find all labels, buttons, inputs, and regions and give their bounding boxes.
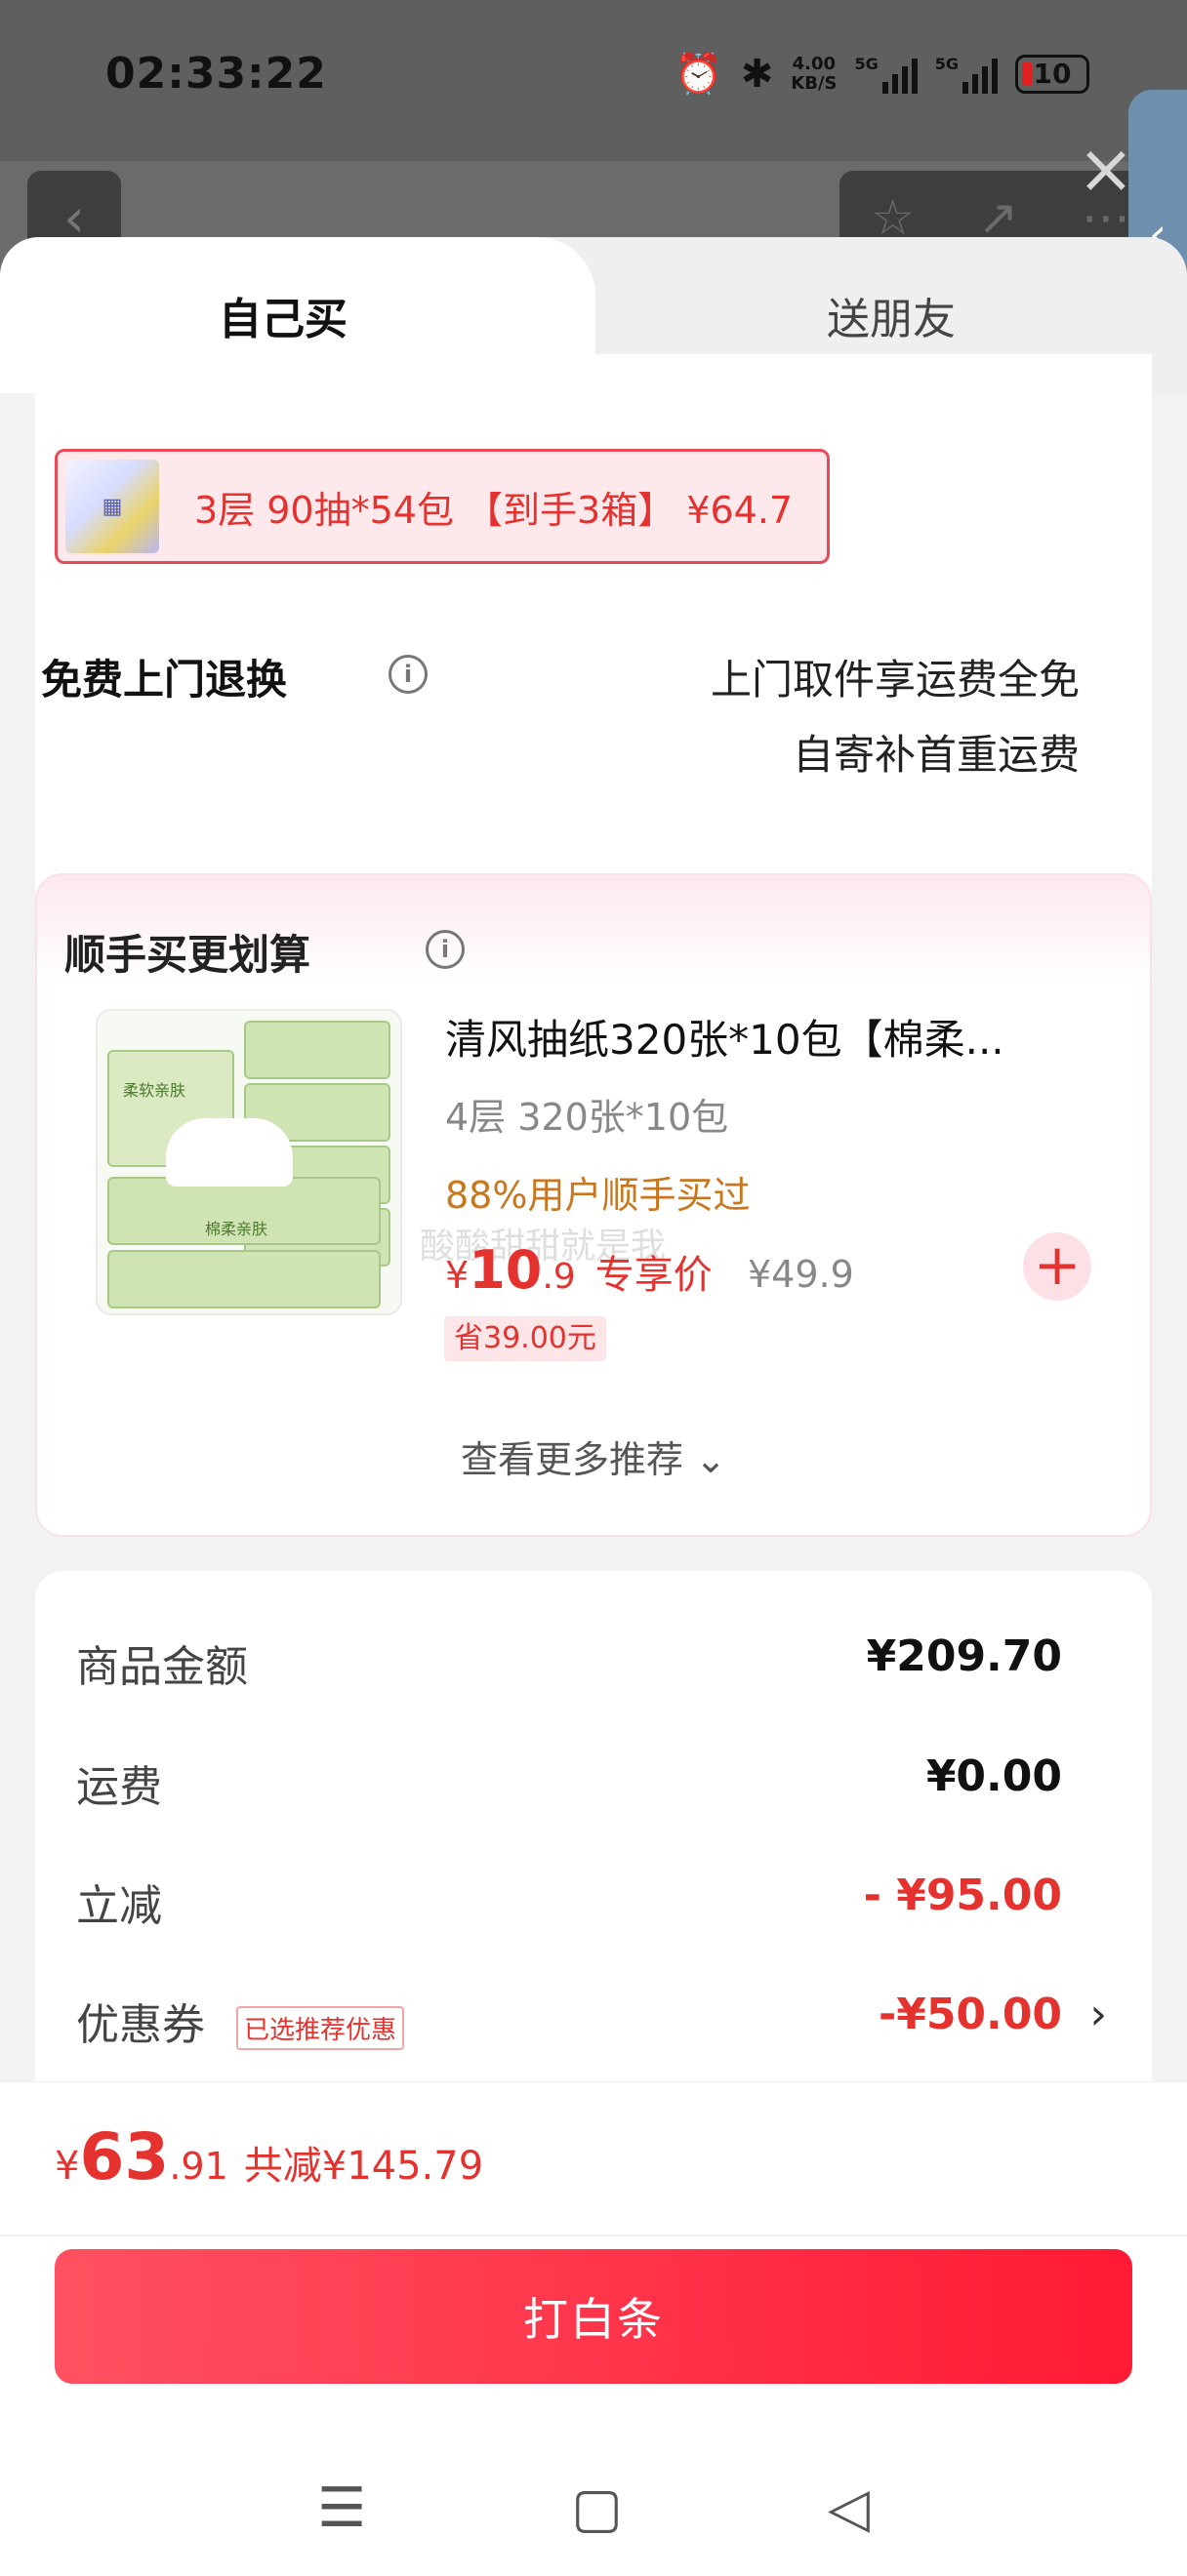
menu-icon[interactable]: ☰: [317, 2476, 366, 2540]
save-tag: 省39.00元: [444, 1316, 606, 1361]
battery-icon: 10: [1015, 54, 1089, 94]
info-icon[interactable]: i: [389, 655, 428, 694]
status-icons: ⏰ ✱ 4.00 KB/S 5G 5G 10: [675, 51, 1089, 97]
product-name[interactable]: 清风抽纸320张*10包【棉柔...: [445, 1007, 1004, 1067]
add-to-order-button[interactable]: +: [1023, 1232, 1091, 1301]
bluetooth-icon: ✱: [740, 51, 774, 97]
variant-text: 3层 90抽*54包 【到手3箱】 ¥64.7: [194, 488, 794, 532]
discount-row: 立减 - ¥95.00: [76, 1871, 1062, 1933]
recommend-title: 顺手买更划算: [64, 931, 311, 979]
shipping-value: ¥0.00: [925, 1751, 1062, 1801]
total-yen: ¥: [55, 2144, 80, 2189]
close-icon[interactable]: ×: [1072, 135, 1140, 203]
signal-1-icon: 5G: [854, 54, 918, 94]
selected-variant[interactable]: ▦ 3层 90抽*54包 【到手3箱】 ¥64.7: [55, 449, 830, 564]
divider: [0, 2234, 1187, 2236]
goods-amount-label: 商品金额: [76, 1642, 248, 1692]
goods-amount-value: ¥209.70: [866, 1631, 1062, 1681]
home-icon[interactable]: ▢: [571, 2476, 623, 2540]
product-price: ¥10.9 专享价: [445, 1239, 713, 1301]
price-dec: .9: [542, 1257, 576, 1297]
signal-2-label: 5G: [934, 54, 959, 73]
signal-2-icon: 5G: [935, 55, 998, 94]
coupon-row[interactable]: 优惠券 已选推荐优惠 -¥50.00 ›: [76, 1990, 1107, 2052]
return-service-line2: 自寄补首重运费: [792, 731, 1080, 779]
price-yen: ¥: [445, 1254, 470, 1297]
variant-thumbnail: ▦: [65, 460, 159, 553]
net-speed: 4.00 KB/S: [791, 53, 838, 94]
discount-value: - ¥95.00: [863, 1871, 1062, 1920]
shipping-label: 运费: [76, 1762, 162, 1812]
back-nav-icon[interactable]: ◁: [828, 2476, 870, 2540]
system-nav-bar: ☰ ▢ ◁: [0, 2459, 1187, 2556]
chevron-right-icon[interactable]: ›: [1089, 1990, 1107, 2039]
goods-amount-row: 商品金额 ¥209.70: [76, 1631, 1062, 1694]
battery-level: 10: [1033, 58, 1072, 90]
total-save: 共减¥145.79: [243, 2144, 484, 2189]
status-time: 02:33:22: [105, 49, 327, 99]
product-image[interactable]: 柔软亲肤 棉柔亲肤: [96, 1009, 402, 1315]
coupon-tag: 已选推荐优惠: [236, 2005, 405, 2050]
total-price: ¥63.91 共减¥145.79: [55, 2119, 483, 2194]
shipping-row: 运费 ¥0.00: [76, 1751, 1062, 1814]
pay-button[interactable]: 打白条: [55, 2249, 1132, 2384]
return-service-line1: 上门取件享运费全免: [710, 656, 1080, 704]
coupon-value: -¥50.00: [878, 1990, 1062, 2039]
more-recommend-link[interactable]: 查看更多推荐 ⌄: [0, 1429, 1187, 1483]
recommend-info-icon[interactable]: i: [426, 930, 465, 969]
signal-1-label: 5G: [854, 54, 879, 73]
discount-label: 立减: [76, 1881, 162, 1931]
original-price: ¥49.9: [748, 1253, 854, 1296]
product-image-label-1: 柔软亲肤: [123, 1081, 186, 1100]
product-bought-rate: 88%用户顺手买过: [445, 1174, 751, 1217]
alarm-icon: ⏰: [674, 52, 723, 97]
status-bar: 02:33:22 ⏰ ✱ 4.00 KB/S 5G 5G 10: [0, 0, 1187, 161]
net-speed-unit: KB/S: [791, 72, 838, 94]
total-int: 63: [79, 2119, 170, 2194]
return-service-title: 免费上门退换: [41, 656, 288, 704]
net-speed-value: 4.00: [792, 53, 837, 74]
price-int: 10: [469, 1239, 543, 1301]
total-dec: .91: [169, 2145, 228, 2188]
price-label: 专享价: [594, 1253, 713, 1298]
product-image-label-2: 棉柔亲肤: [205, 1220, 268, 1238]
product-spec: 4层 320张*10包: [445, 1096, 729, 1139]
coupon-label: 优惠券: [76, 2000, 205, 2050]
